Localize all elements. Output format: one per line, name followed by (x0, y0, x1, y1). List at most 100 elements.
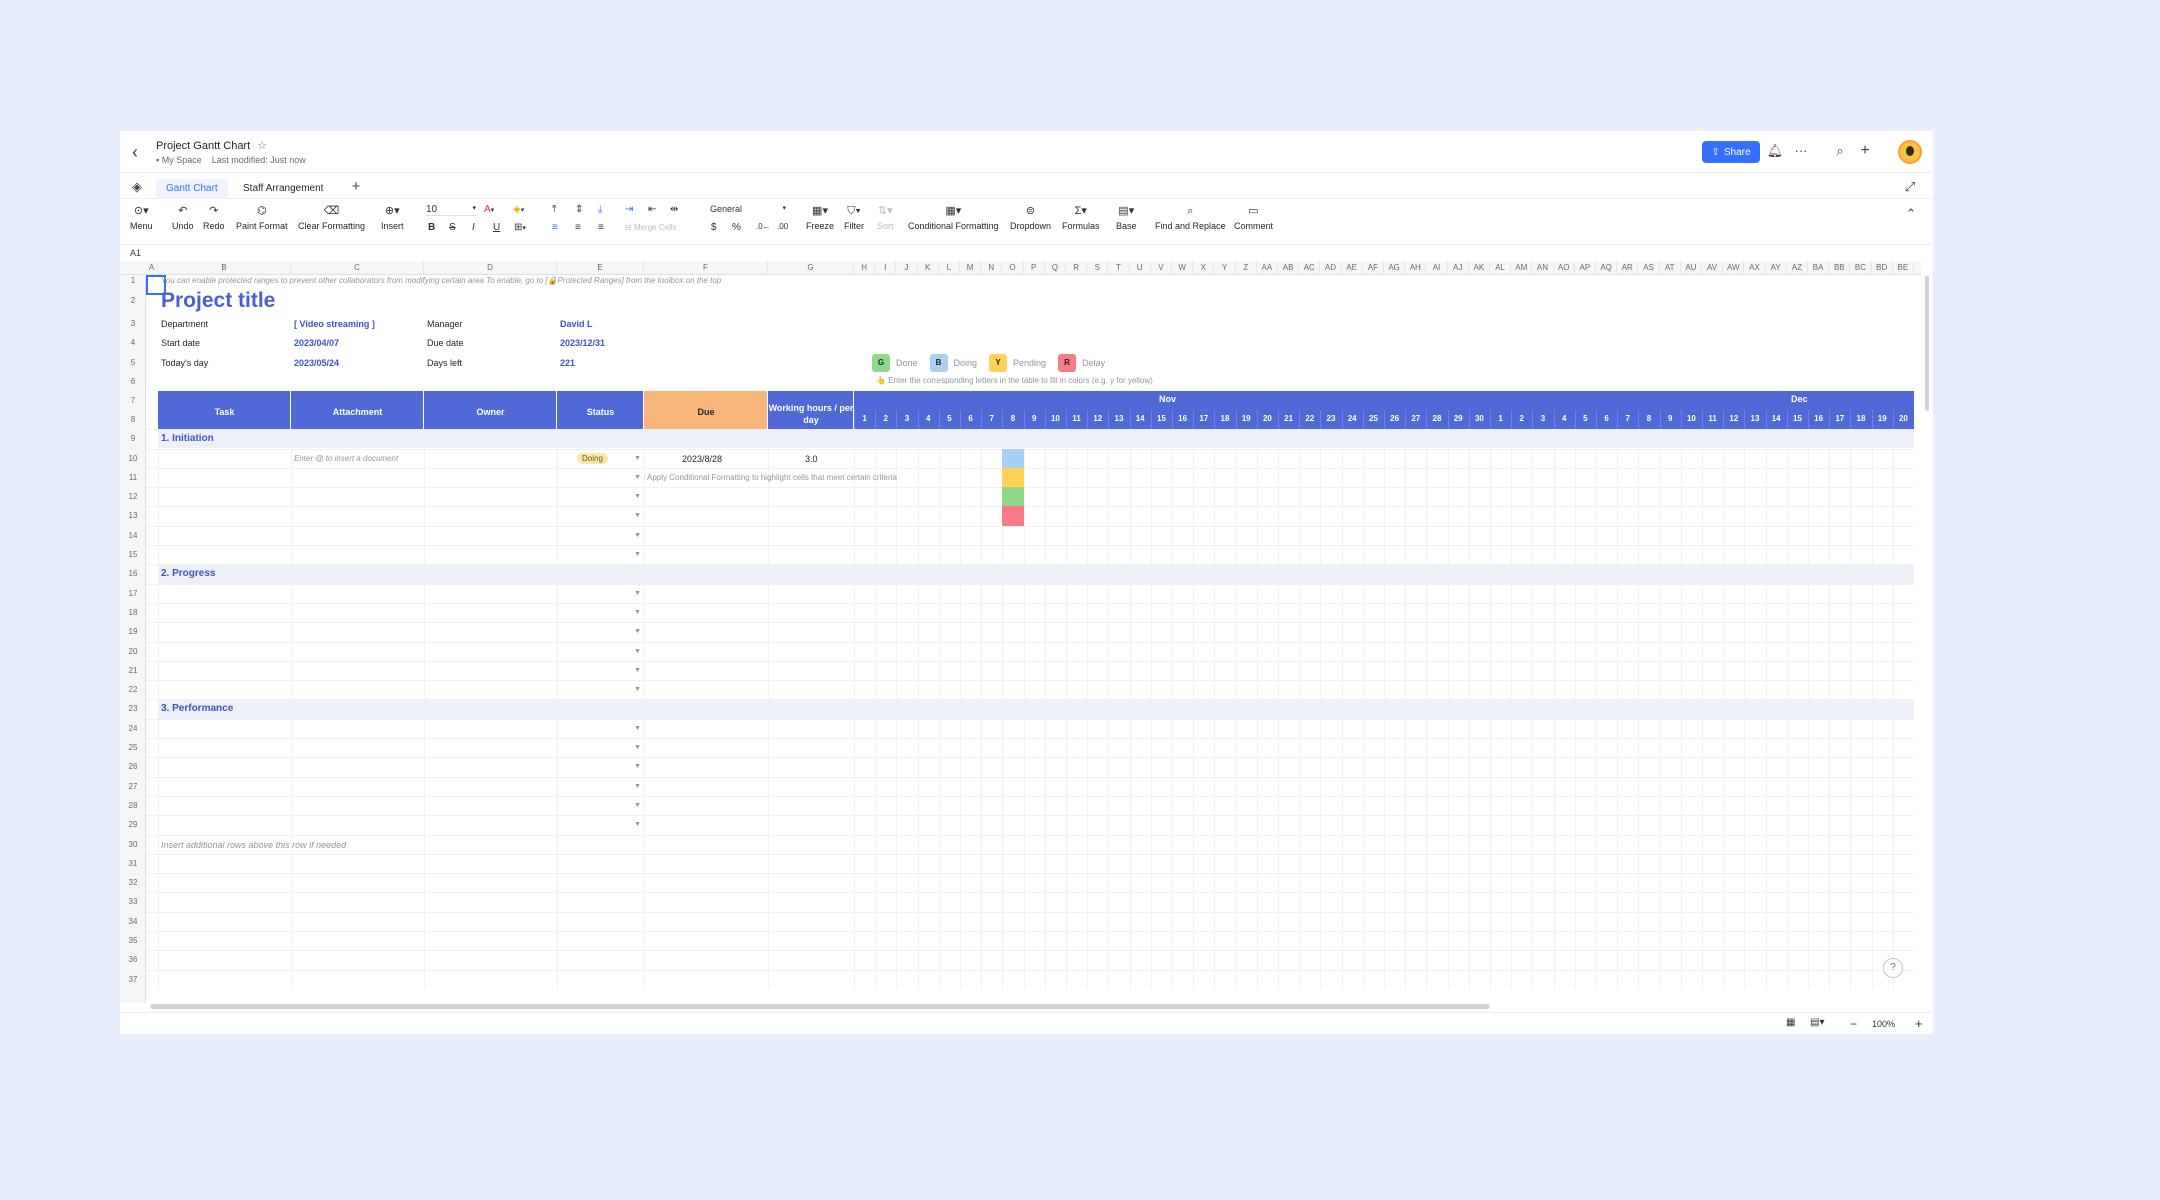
status-dropdown-icon[interactable]: ▼ (634, 551, 641, 558)
merge-cells-button[interactable]: ⊟ Merge Cells (625, 223, 677, 232)
font-size-select[interactable]: 10 ▾ (426, 204, 476, 216)
column-header[interactable]: R (1066, 261, 1088, 275)
bell-icon[interactable]: 🔔︎ (1766, 142, 1784, 160)
row-header[interactable]: 3 (120, 314, 146, 333)
add-icon[interactable]: + (1856, 142, 1874, 160)
status-dropdown-icon[interactable]: ▼ (634, 628, 641, 635)
column-header[interactable]: Z (1236, 261, 1257, 275)
column-header[interactable]: P (1024, 261, 1045, 275)
row-header[interactable]: 23 (120, 699, 146, 718)
collapse-toolbar-icon[interactable]: ⌃ (1902, 205, 1920, 223)
status-dropdown-icon[interactable]: ▼ (634, 821, 641, 828)
row-header[interactable]: 26 (120, 757, 146, 776)
column-header[interactable]: BD (1872, 261, 1893, 275)
status-dropdown-icon[interactable]: ▼ (634, 667, 641, 674)
row-header[interactable]: 7 (120, 391, 146, 410)
status-dropdown-icon[interactable]: ▼ (634, 455, 641, 462)
zoom-in-icon[interactable]: + (1915, 1016, 1923, 1031)
status-dropdown-icon[interactable]: ▼ (634, 590, 641, 597)
space-link[interactable]: ▪ My Space (156, 155, 202, 165)
column-header[interactable]: S (1087, 261, 1109, 275)
department-value[interactable]: [ Video streaming ] (294, 319, 375, 329)
zoom-out-icon[interactable]: − (1850, 1017, 1857, 1031)
row-header[interactable]: 35 (120, 931, 146, 950)
increase-decimal-icon[interactable]: .00 (777, 222, 788, 231)
underline-icon[interactable]: U (493, 222, 500, 233)
row-header[interactable]: 34 (120, 912, 146, 931)
row-header[interactable]: 12 (120, 487, 146, 506)
vertical-scrollbar[interactable] (1925, 276, 1929, 411)
row-header[interactable]: 13 (120, 506, 146, 525)
row-header[interactable]: 18 (120, 603, 146, 622)
column-header[interactable]: Q (1045, 261, 1066, 275)
column-header[interactable]: F (644, 261, 768, 275)
percent-icon[interactable]: % (732, 222, 741, 233)
text-overflow-icon[interactable]: ⇥ (625, 204, 633, 215)
layout-icon[interactable]: ▤▾ (1810, 1017, 1824, 1028)
number-format-select[interactable]: General ▾ (710, 204, 786, 214)
column-header[interactable]: AB (1278, 261, 1300, 275)
paint-format-button[interactable]: ⌬ Paint Format (236, 203, 288, 231)
column-header[interactable]: K (918, 261, 939, 275)
font-color-icon[interactable]: A▾ (484, 204, 494, 215)
comment-button[interactable]: ▭ Comment (1234, 203, 1273, 231)
column-header[interactable]: AD (1320, 261, 1342, 275)
row-header[interactable]: 36 (120, 950, 146, 969)
gantt-cell[interactable] (1002, 467, 1024, 488)
row-header[interactable]: 37 (120, 970, 146, 989)
column-header[interactable]: M (960, 261, 982, 275)
row-header[interactable]: 17 (120, 584, 146, 603)
conditional-formatting-button[interactable]: ▦▾ Conditional Formatting (908, 203, 999, 231)
fill-color-icon[interactable]: ◈▾ (513, 204, 524, 215)
spreadsheet-grid[interactable]: A B C D E F G H I J K L M N O P Q R S T U V W X Y Z AA AB AC AD AE AF AG… (120, 261, 1921, 1003)
tab-gantt-chart[interactable]: Gantt Chart (156, 179, 228, 198)
column-header[interactable]: AO (1554, 261, 1575, 275)
row-header[interactable]: 5 (120, 353, 146, 372)
column-header[interactable]: AY (1766, 261, 1787, 275)
row-header[interactable]: 28 (120, 796, 146, 815)
column-header[interactable]: BE (1893, 261, 1914, 275)
row-header[interactable]: 30 (120, 835, 146, 854)
status-dropdown-icon[interactable]: ▼ (634, 609, 641, 616)
row-header[interactable]: 16 (120, 564, 146, 583)
expand-icon[interactable]: ⤢ (1901, 178, 1919, 196)
share-button[interactable]: ⇪ Share (1702, 141, 1760, 163)
grid-view-icon[interactable]: ▦ (1786, 1017, 1795, 1028)
search-icon[interactable]: ⌕ (1831, 142, 1849, 160)
column-header[interactable]: A (146, 261, 158, 275)
column-header[interactable]: AZ (1787, 261, 1808, 275)
tab-staff-arrangement[interactable]: Staff Arrangement (233, 179, 333, 198)
document-title[interactable]: Project Gantt Chart (156, 140, 250, 152)
status-dropdown-icon[interactable]: ▼ (634, 686, 641, 693)
menu-button[interactable]: ⊙▾ Menu (130, 203, 153, 231)
column-header[interactable]: BB (1829, 261, 1851, 275)
align-top-icon[interactable]: ⤒ (552, 204, 556, 215)
column-header[interactable]: BC (1850, 261, 1872, 275)
status-dropdown-icon[interactable]: ▼ (634, 725, 641, 732)
base-button[interactable]: ▤▾ Base (1116, 203, 1137, 231)
filter-button[interactable]: ⛉▾ Filter (844, 203, 864, 231)
undo-button[interactable]: ↶ Undo (172, 203, 194, 231)
gantt-cell[interactable] (1002, 487, 1024, 507)
status-dropdown-icon[interactable]: ▼ (634, 648, 641, 655)
back-icon[interactable]: ‹ (132, 143, 150, 161)
row-header[interactable]: 21 (120, 661, 146, 680)
column-header[interactable]: AC (1299, 261, 1321, 275)
add-sheet-icon[interactable]: + (347, 178, 365, 196)
status-dropdown-icon[interactable]: ▼ (634, 532, 641, 539)
align-bottom-icon[interactable]: ⤓ (598, 204, 602, 215)
column-header[interactable]: AL (1490, 261, 1512, 275)
find-replace-button[interactable]: ⌕ Find and Replace (1155, 203, 1226, 231)
help-icon[interactable]: ? (1883, 958, 1903, 978)
status-tag[interactable]: Doing (577, 452, 608, 464)
status-dropdown-icon[interactable]: ▼ (634, 763, 641, 770)
row-header[interactable]: 15 (120, 545, 146, 564)
today-value[interactable]: 2023/05/24 (294, 358, 339, 368)
column-header[interactable]: AT (1660, 261, 1681, 275)
redo-button[interactable]: ↷ Redo (203, 203, 225, 231)
column-header[interactable]: AP (1575, 261, 1596, 275)
formulas-button[interactable]: Σ▾ Formulas (1062, 203, 1100, 231)
date-value-2[interactable]: 2023/12/31 (560, 338, 605, 348)
decrease-decimal-icon[interactable]: .0← (756, 222, 771, 231)
row-header[interactable]: 31 (120, 854, 146, 873)
